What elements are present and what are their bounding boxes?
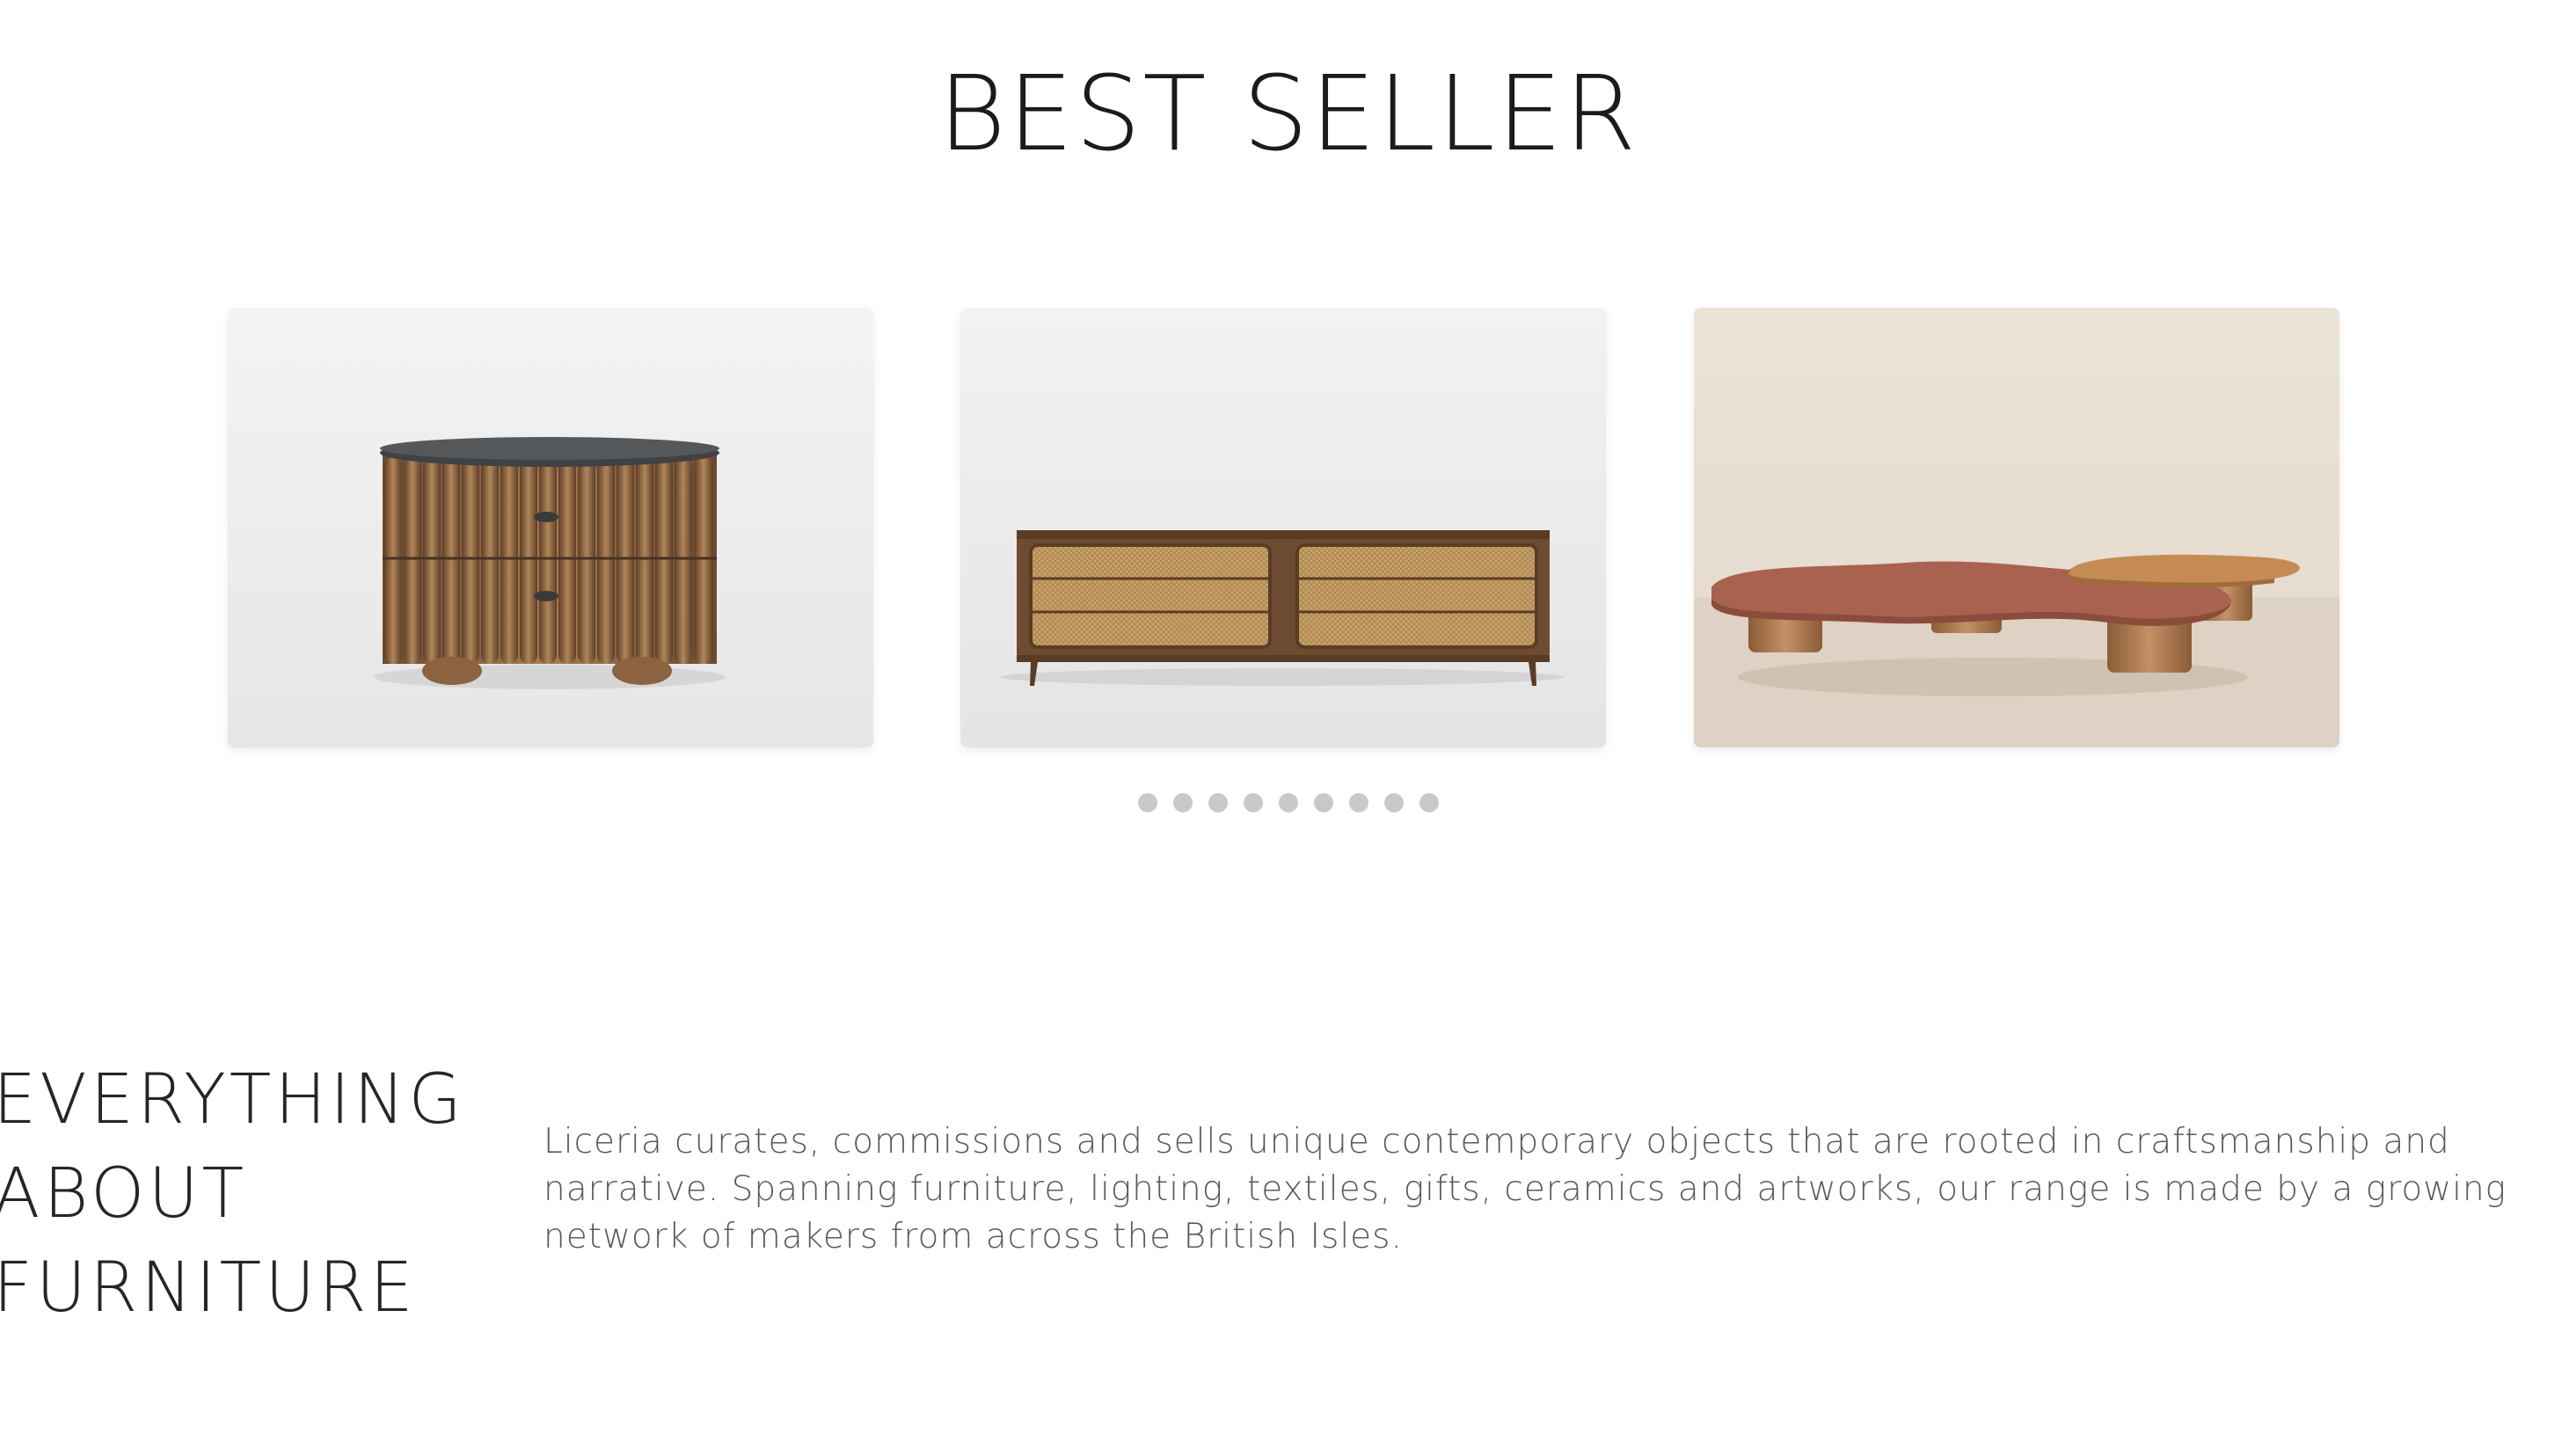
carousel-pagination (0, 793, 2576, 812)
carousel-dot[interactable] (1208, 793, 1228, 812)
carousel-dot[interactable] (1137, 793, 1157, 812)
product-card-nightstand[interactable] (228, 308, 873, 747)
about-heading: EVERYTHING ABOUT FURNITURE (0, 1053, 465, 1336)
section-title: BEST SELLER (938, 53, 1638, 174)
about-heading-line: ABOUT (0, 1154, 248, 1234)
coffee-table-image (1694, 308, 2339, 747)
product-card-coffee-table[interactable] (1694, 308, 2339, 747)
carousel-dot[interactable] (1313, 793, 1333, 812)
about-description: Liceria curates, commissions and sells u… (544, 1122, 2507, 1256)
sideboard-image (960, 308, 1606, 747)
carousel-dot[interactable] (1243, 793, 1263, 812)
nightstand-image (228, 308, 873, 747)
about-heading-line: EVERYTHING (0, 1060, 465, 1140)
product-card-sideboard[interactable] (960, 308, 1606, 747)
carousel-dot[interactable] (1172, 793, 1193, 812)
carousel-dot[interactable] (1278, 793, 1298, 812)
carousel-dot[interactable] (1383, 793, 1404, 812)
about-heading-line: FURNITURE (0, 1249, 417, 1328)
carousel-dot[interactable] (1348, 793, 1368, 812)
carousel-dot[interactable] (1419, 793, 1439, 812)
